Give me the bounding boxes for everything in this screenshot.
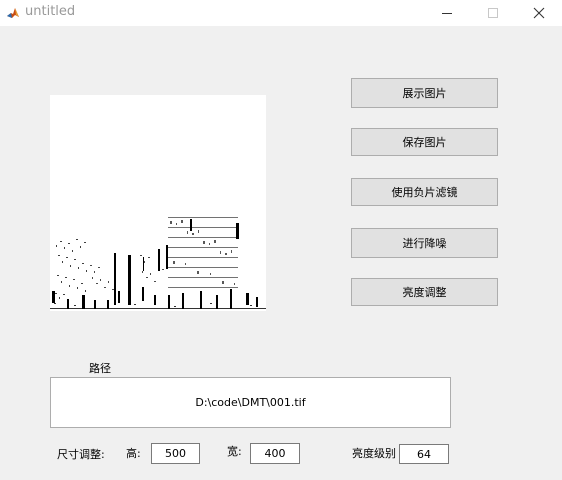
height-label: 高: [126, 447, 141, 460]
minimize-icon [442, 13, 452, 14]
path-value: D:\code\DMT\001.tif [195, 396, 306, 409]
maximize-button[interactable] [470, 0, 516, 26]
denoise-button[interactable]: 进行降噪 [351, 228, 498, 258]
resize-label: 尺寸调整: [57, 448, 105, 461]
close-button[interactable] [516, 0, 562, 26]
building-image [50, 95, 266, 311]
width-label: 宽: [227, 445, 242, 458]
brightness-level-input[interactable] [399, 444, 449, 464]
maximize-icon [488, 8, 498, 18]
height-input[interactable] [151, 443, 200, 464]
title-bar[interactable]: untitled [0, 0, 562, 26]
brightness-adjust-button[interactable]: 亮度调整 [351, 278, 498, 306]
window-title: untitled [25, 4, 76, 19]
path-display: D:\code\DMT\001.tif [50, 377, 451, 428]
matlab-icon [6, 5, 20, 20]
close-icon [533, 7, 545, 19]
width-input[interactable] [250, 443, 300, 464]
image-display [50, 95, 266, 311]
app-window: untitled 展示图片 保存图片 使用负片滤镜 进行降噪 亮度调整 路径 D… [0, 0, 562, 480]
save-image-button[interactable]: 保存图片 [351, 128, 498, 156]
show-image-button[interactable]: 展示图片 [351, 78, 498, 108]
path-label: 路径 [89, 362, 111, 375]
minimize-button[interactable] [424, 0, 470, 26]
brightness-level-label: 亮度级别 [352, 447, 396, 460]
negative-filter-button[interactable]: 使用负片滤镜 [351, 178, 498, 206]
